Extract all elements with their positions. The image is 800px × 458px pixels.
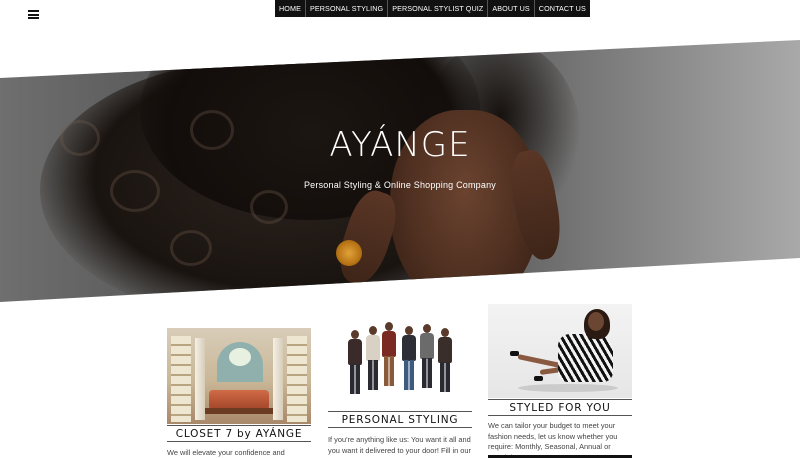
card-closet-image[interactable] [167,328,311,424]
closet-shelf [171,336,191,422]
card-styled-for-you-image[interactable] [488,304,632,398]
card-styled-for-you-title[interactable]: STYLED FOR YOU [488,399,632,416]
hero-title: AYÁNGE [329,125,471,165]
hero-subtitle: Personal Styling & Online Shopping Compa… [303,180,496,190]
card-closet-text: We will elevate your confidence and chan… [167,448,285,457]
closet-column [273,338,283,420]
nav-home[interactable]: HOME [275,0,306,17]
closet-column [195,338,205,420]
closet-sofa-base [205,408,273,414]
card-personal-styling-title[interactable]: PERSONAL STYLING [328,411,472,428]
card-styled-for-you-text: We can tailor your budget to meet your f… [488,421,618,458]
closet-sofa [209,390,269,410]
hero-curl [110,170,160,212]
hero-banner [0,40,800,302]
nav-contact-us[interactable]: CONTACT US [535,0,590,17]
card-personal-styling-text: If you're anything like us: You want it … [328,435,471,455]
nav-about-us[interactable]: ABOUT US [488,0,535,17]
closet-shelf [287,336,307,422]
nav-personal-stylist-quiz[interactable]: PERSONAL STYLIST QUIZ [388,0,489,17]
hero-ring [336,240,362,266]
model-head [588,312,604,331]
main-nav: HOME PERSONAL STYLING PERSONAL STYLIST Q… [275,0,590,17]
model-shoe [534,376,543,381]
model-shadow [518,384,618,392]
hero-curl [250,190,288,224]
closet-mirror [229,348,251,366]
card-closet-title[interactable]: CLOSET 7 by AYÁNGE [167,425,311,442]
model-zebra-dress [558,334,613,382]
hamburger-menu-icon[interactable] [28,10,39,20]
card-personal-styling-image[interactable] [328,320,472,410]
model-shoe [510,351,519,356]
nav-personal-styling[interactable]: PERSONAL STYLING [306,0,389,17]
hero-curl [170,230,212,266]
